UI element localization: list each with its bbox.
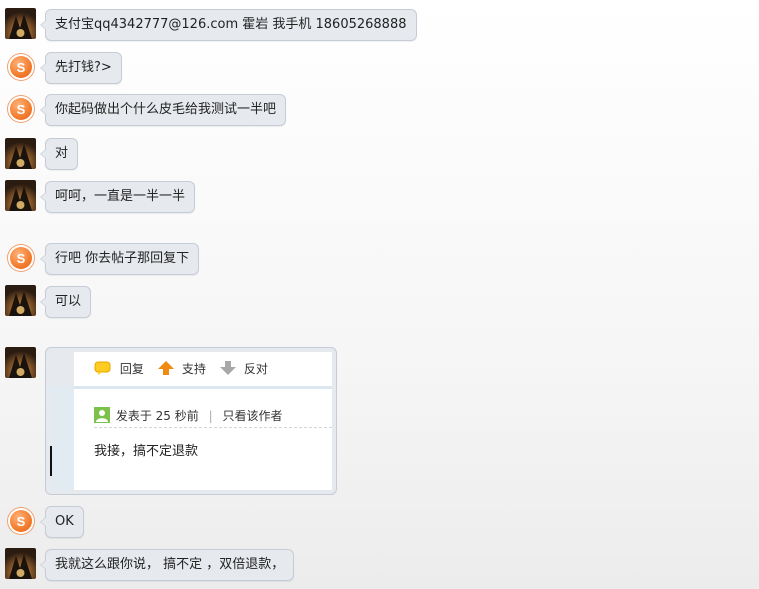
avatar-user[interactable] [5,138,36,169]
message-bubble: 支付宝qq4342777@126.com 霍岩 我手机 18605268888 [40,9,417,41]
message-bubble: 我就这么跟你说， 搞不定 ，双倍退款， [39,549,295,581]
oppose-arrow-icon [220,361,236,375]
avatar-user[interactable] [5,548,36,579]
avatar-user[interactable] [5,347,36,378]
text-cursor-mark [50,446,52,476]
reply-icon [94,361,111,375]
meta-separator: | [208,409,213,423]
avatar-contact-logo[interactable]: S [8,54,34,80]
reply-button[interactable]: 回复 [94,361,144,377]
reply-label: 回复 [119,362,144,376]
avatar-contact-logo[interactable]: S [8,96,34,122]
avatar-contact-logo[interactable]: S [8,508,34,534]
support-button[interactable]: 支持 [158,361,206,377]
message-bubble: 呵呵，一直是一半一半 [39,181,196,213]
forum-post-image[interactable]: 回复 支持 反对 发表于 25 秒前 | 只看该作者 我接，搞不定退款 [45,347,337,495]
svg-text:S: S [17,251,26,266]
card-side-strip [50,386,74,490]
forum-post-panel: 回复 支持 反对 发表于 25 秒前 | 只看该作者 我接，搞不定退款 [74,352,332,490]
svg-text:S: S [17,60,26,75]
post-meta: 发表于 25 秒前 | 只看该作者 [94,407,282,424]
post-toolbar: 回复 支持 反对 [74,352,332,389]
posted-time: 发表于 25 秒前 [115,409,199,423]
message-bubble: 先打钱?> [40,52,122,84]
support-label: 支持 [181,362,206,376]
message-bubble: OK [40,506,84,538]
support-arrow-icon [158,361,174,375]
message-bubble: 对 [39,138,79,170]
avatar-user[interactable] [5,285,36,316]
avatar-user[interactable] [5,8,36,39]
avatar-contact-logo[interactable]: S [8,245,34,271]
message-bubble: 你起码做出个什么皮毛给我测试一半吧 [39,94,287,126]
user-icon [94,407,110,423]
oppose-label: 反对 [243,362,268,376]
svg-text:S: S [17,514,26,529]
message-bubble: 可以 [39,286,92,318]
oppose-button[interactable]: 反对 [220,361,268,377]
avatar-user[interactable] [5,180,36,211]
message-bubble: 行吧 你去帖子那回复下 [39,243,200,275]
dashed-divider [94,427,332,428]
post-content: 我接，搞不定退款 [94,444,199,459]
author-only-link[interactable]: 只看该作者 [222,409,282,423]
svg-text:S: S [17,102,26,117]
